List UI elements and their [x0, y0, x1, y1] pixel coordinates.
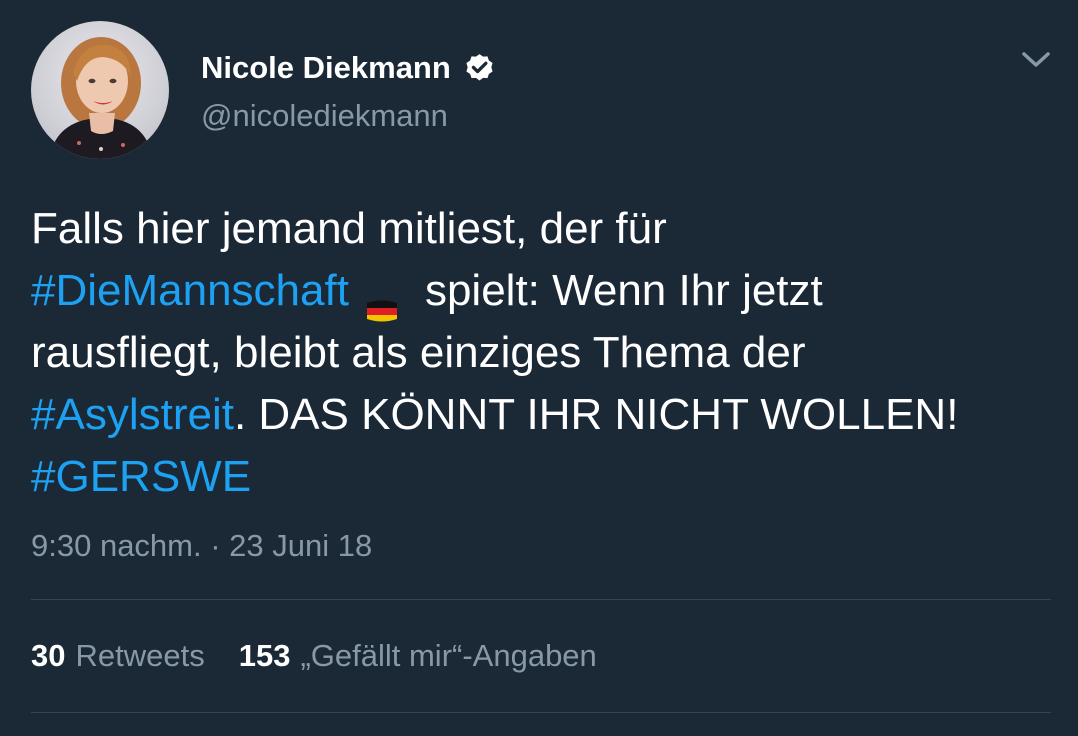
verified-badge-icon: [463, 52, 496, 85]
divider: [31, 599, 1051, 600]
hashtag-link[interactable]: #Asylstreit: [31, 390, 234, 439]
chevron-down-icon[interactable]: [1018, 48, 1054, 72]
likes-count: 153: [238, 638, 291, 673]
retweets-count: 30: [31, 638, 66, 673]
likes-label: „Gefällt mir“-Angaben: [300, 638, 597, 673]
tweet-line: rausfliegt, bleibt als einziges Thema de…: [31, 322, 1051, 384]
avatar[interactable]: [31, 21, 169, 159]
tweet-line: Falls hier jemand mitliest, der für: [31, 198, 1051, 260]
author-name[interactable]: Nicole Diekmann: [201, 50, 496, 86]
tweet-text-segment: Falls hier jemand mitliest, der für: [31, 204, 667, 253]
likes-stat[interactable]: 153 „Gefällt mir“-Angaben: [239, 638, 597, 674]
divider: [31, 712, 1051, 713]
tweet-text-segment: spielt: Wenn Ihr jetzt: [424, 266, 823, 315]
hashtag-link[interactable]: #DieMannschaft: [31, 266, 349, 315]
retweets-label: Retweets: [75, 638, 205, 673]
avatar-image: [49, 37, 153, 159]
author-name-text: Nicole Diekmann: [201, 50, 451, 85]
tweet-text: Falls hier jemand mitliest, der für #Die…: [31, 198, 1051, 508]
tweet-line: #GERSWE: [31, 446, 1051, 508]
tweet-timestamp[interactable]: 9:30 nachm. · 23 Juni 18: [31, 528, 372, 564]
tweet-line: #Asylstreit. DAS KÖNNT IHR NICHT WOLLEN!: [31, 384, 1051, 446]
tweet-stats: 30 Retweets 153 „Gefällt mir“-Angaben: [31, 638, 597, 674]
germany-flag-emoji: [363, 278, 401, 322]
hashtag-link[interactable]: #GERSWE: [31, 452, 251, 501]
author-handle[interactable]: @nicolediekmann: [201, 98, 448, 134]
tweet-text-segment: rausfliegt, bleibt als einziges Thema de…: [31, 328, 806, 377]
retweets-stat[interactable]: 30 Retweets: [31, 638, 205, 674]
tweet-text-segment: . DAS KÖNNT IHR NICHT WOLLEN!: [233, 390, 959, 439]
tweet-line: #DieMannschaft spielt: Wenn Ihr jetzt: [31, 260, 1051, 322]
